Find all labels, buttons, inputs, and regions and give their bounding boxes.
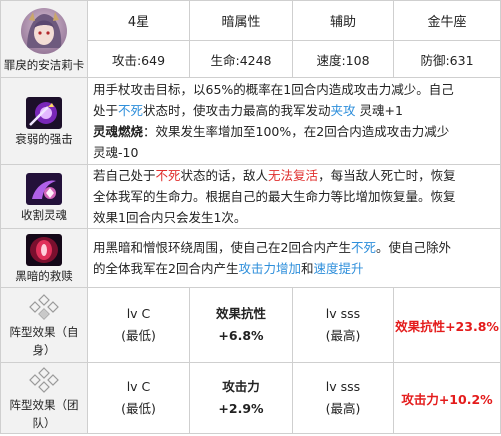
formation-row: 阵型效果（自 身） lv C (最低) 效果抗性 +6.8% lv sss (最… bbox=[0, 287, 501, 363]
skill-description: 用手杖攻击目标，以65%的概率在1回合内造成攻击力减少。自己 处于不死状态时，使攻… bbox=[87, 77, 501, 165]
formation-low-level: lv C bbox=[126, 379, 151, 394]
skill-keyword: 速度提升 bbox=[313, 261, 364, 276]
skill-line: 灵魂-10 bbox=[93, 142, 496, 163]
formation-cell: 阵型效果（自 身） bbox=[0, 287, 88, 363]
skill-text-segment: 全体我军的生命力。根据自己的最大生命力等比增加恢复量。恢复 bbox=[93, 189, 456, 204]
weakening-strike-icon bbox=[26, 97, 62, 129]
formation-name-line1: 阵型效果（自 bbox=[9, 325, 79, 339]
skill-line: 效果1回合内只会发生1次。 bbox=[93, 207, 496, 228]
formation-name-line2: 队） bbox=[32, 416, 56, 430]
formation-name-line2: 身） bbox=[32, 343, 56, 357]
skill-text-segment: 用手杖攻击目标，以65%的概率在1回合内造成攻击力减少。自己 bbox=[93, 82, 454, 97]
hero-attribute: 暗属性 bbox=[189, 0, 293, 41]
hero-avatar-icon bbox=[21, 7, 67, 54]
formation-diamond-icon bbox=[24, 366, 64, 396]
skill-keyword: 灵魂燃烧 bbox=[93, 124, 144, 139]
hero-speed: 速度:108 bbox=[292, 40, 394, 78]
formation-low-level: lv C bbox=[126, 306, 151, 321]
skill-text-segment: 若自己处于 bbox=[93, 168, 156, 183]
formation-result: 效果抗性+23.8% bbox=[393, 287, 501, 363]
hero-attack: 攻击:649 bbox=[87, 40, 190, 78]
skill-cell: 衰弱的强击 bbox=[0, 77, 88, 165]
formation-low-cell: lv C (最低) bbox=[87, 362, 190, 434]
hero-defense: 防御:631 bbox=[393, 40, 501, 78]
formation-low-label: (最低) bbox=[121, 328, 156, 343]
skill-text: 用手杖攻击目标，以65%的概率在1回合内造成攻击力减少。自己 处于不死状态时，使攻… bbox=[93, 79, 496, 163]
skill-text-segment: 处于 bbox=[93, 103, 119, 118]
formation-stat-name: 攻击力 bbox=[222, 379, 260, 394]
formation-low-cell: lv C (最低) bbox=[87, 287, 190, 363]
skill-keyword: 不死 bbox=[155, 168, 181, 183]
skill-row: 收割灵魂 若自己处于不死状态的话，敌人无法复活，每当敌人死亡时，恢复全体我军的生… bbox=[0, 164, 501, 229]
skill-text: 用黑暗和憎恨环绕周围，使自己在2回合内产生不死。使自己除外 的全体我军在2回合内产… bbox=[93, 237, 496, 279]
skill-line: 用手杖攻击目标，以65%的概率在1回合内造成攻击力减少。自己 bbox=[93, 79, 496, 100]
skill-line: 灵魂燃烧：效果发生率增加至100%，在2回合内造成攻击力减少 bbox=[93, 121, 496, 142]
formation-name-line1: 阵型效果（团 bbox=[9, 398, 79, 412]
formation-low-label: (最低) bbox=[121, 401, 156, 416]
formation-stat-cell: 攻击力 +2.9% bbox=[189, 362, 293, 434]
reap-soul-icon bbox=[26, 172, 62, 205]
dark-redemption-icon bbox=[26, 234, 62, 266]
skill-text-segment: 灵魂-10 bbox=[93, 145, 139, 160]
skill-text-segment: 用黑暗和憎恨环绕周围，使自己在2回合内产生 bbox=[93, 240, 351, 255]
skill-line: 的全体我军在2回合内产生攻击力增加和速度提升 bbox=[93, 258, 496, 279]
formation-cell: 阵型效果（团 队） bbox=[0, 362, 88, 434]
formation-diamond-icon bbox=[24, 293, 64, 323]
skill-keyword: 不死 bbox=[118, 103, 144, 118]
skill-text-segment: 状态的话，敌人 bbox=[180, 168, 269, 183]
formation-stat-cell: 效果抗性 +6.8% bbox=[189, 287, 293, 363]
skill-text-segment: ，每当敌人死亡时，恢复 bbox=[318, 168, 456, 183]
skill-name: 衰弱的强击 bbox=[15, 132, 73, 146]
skill-keyword: 无法复活 bbox=[268, 168, 319, 183]
skill-description: 用黑暗和憎恨环绕周围，使自己在2回合内产生不死。使自己除外 的全体我军在2回合内产… bbox=[87, 228, 501, 288]
formation-high-level: lv sss bbox=[325, 379, 361, 394]
formation-stat-low: +2.9% bbox=[218, 401, 264, 416]
formation-high-cell: lv sss (最高) bbox=[292, 287, 394, 363]
hero-hp: 生命:4248 bbox=[189, 40, 293, 78]
skill-keyword: 夹攻 bbox=[330, 103, 356, 118]
hero-name: 罪戾的安洁莉卡 bbox=[3, 57, 85, 72]
skill-line: 全体我军的生命力。根据自己的最大生命力等比增加恢复量。恢复 bbox=[93, 186, 496, 207]
hero-info-table: 罪戾的安洁莉卡 4星 暗属性 辅助 金牛座 攻击:649 生命:4248 速度:… bbox=[0, 0, 501, 434]
skill-cell: 收割灵魂 bbox=[0, 164, 88, 229]
formation-high-label: (最高) bbox=[325, 401, 361, 416]
hero-stars: 4星 bbox=[87, 0, 190, 41]
hero-role: 辅助 bbox=[292, 0, 394, 41]
skill-keyword: 不死 bbox=[350, 240, 376, 255]
skill-text-segment: 的全体我军在2回合内产生 bbox=[93, 261, 239, 276]
skill-text-segment: 。使自己除外 bbox=[375, 240, 451, 255]
skill-row: 黑暗的救赎 用黑暗和憎恨环绕周围，使自己在2回合内产生不死。使自己除外 的全体我军… bbox=[0, 228, 501, 288]
skill-description: 若自己处于不死状态的话，敌人无法复活，每当敌人死亡时，恢复全体我军的生命力。根据… bbox=[87, 164, 501, 229]
formation-stat-name: 效果抗性 bbox=[215, 306, 266, 321]
formation-high-level: lv sss bbox=[325, 306, 361, 321]
skill-name: 收割灵魂 bbox=[21, 207, 67, 222]
hero-zodiac: 金牛座 bbox=[393, 0, 501, 41]
skill-line: 若自己处于不死状态的话，敌人无法复活，每当敌人死亡时，恢复 bbox=[93, 165, 496, 186]
skill-text-segment: ：效果发生率增加至100%，在2回合内造成攻击力减少 bbox=[143, 124, 450, 139]
skill-row: 衰弱的强击 用手杖攻击目标，以65%的概率在1回合内造成攻击力减少。自己 处于不死… bbox=[0, 77, 501, 165]
skill-text-segment: 灵魂+1 bbox=[355, 103, 403, 118]
skill-text-segment: 和 bbox=[300, 261, 314, 276]
skill-text: 若自己处于不死状态的话，敌人无法复活，每当敌人死亡时，恢复全体我军的生命力。根据… bbox=[93, 165, 496, 228]
formation-high-label: (最高) bbox=[325, 328, 361, 343]
skill-cell: 黑暗的救赎 bbox=[0, 228, 88, 288]
skill-text-segment: 效果1回合内只会发生1次。 bbox=[93, 210, 247, 225]
skill-line: 处于不死状态时，使攻击力最高的我军发动夹攻 灵魂+1 bbox=[93, 100, 496, 121]
formation-row: 阵型效果（团 队） lv C (最低) 攻击力 +2.9% lv sss (最高… bbox=[0, 362, 501, 434]
formation-stat-low: +6.8% bbox=[218, 328, 264, 343]
formation-result: 攻击力+10.2% bbox=[393, 362, 501, 434]
skill-keyword: 攻击力增加 bbox=[238, 261, 301, 276]
formation-high-cell: lv sss (最高) bbox=[292, 362, 394, 434]
skill-line: 用黑暗和憎恨环绕周围，使自己在2回合内产生不死。使自己除外 bbox=[93, 237, 496, 258]
hero-cell: 罪戾的安洁莉卡 bbox=[0, 0, 88, 78]
skill-name: 黑暗的救赎 bbox=[15, 269, 73, 283]
skill-text-segment: 状态时，使攻击力最高的我军发动 bbox=[143, 103, 331, 118]
